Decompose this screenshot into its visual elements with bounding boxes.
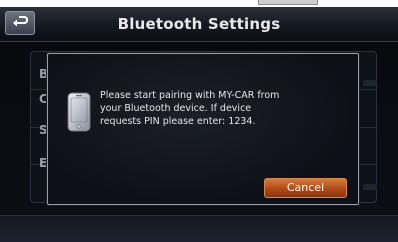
top-strip — [0, 0, 398, 7]
screen: Bluetooth Settings B C S E Please start … — [0, 7, 398, 242]
page-title: Bluetooth Settings — [117, 15, 281, 33]
title-bar: Bluetooth Settings — [0, 7, 398, 42]
top-strip-tab — [258, 0, 318, 5]
scroll-indicator — [363, 184, 377, 190]
pairing-message: Please start pairing with MY-CAR from yo… — [100, 90, 280, 127]
scroll-indicator — [363, 80, 377, 86]
pairing-dialog: Please start pairing with MY-CAR from yo… — [47, 53, 359, 205]
smartphone-icon — [67, 92, 91, 132]
bottom-bar — [0, 215, 398, 242]
list-item-label[interactable]: E — [39, 156, 47, 170]
cancel-button[interactable]: Cancel — [264, 178, 347, 198]
